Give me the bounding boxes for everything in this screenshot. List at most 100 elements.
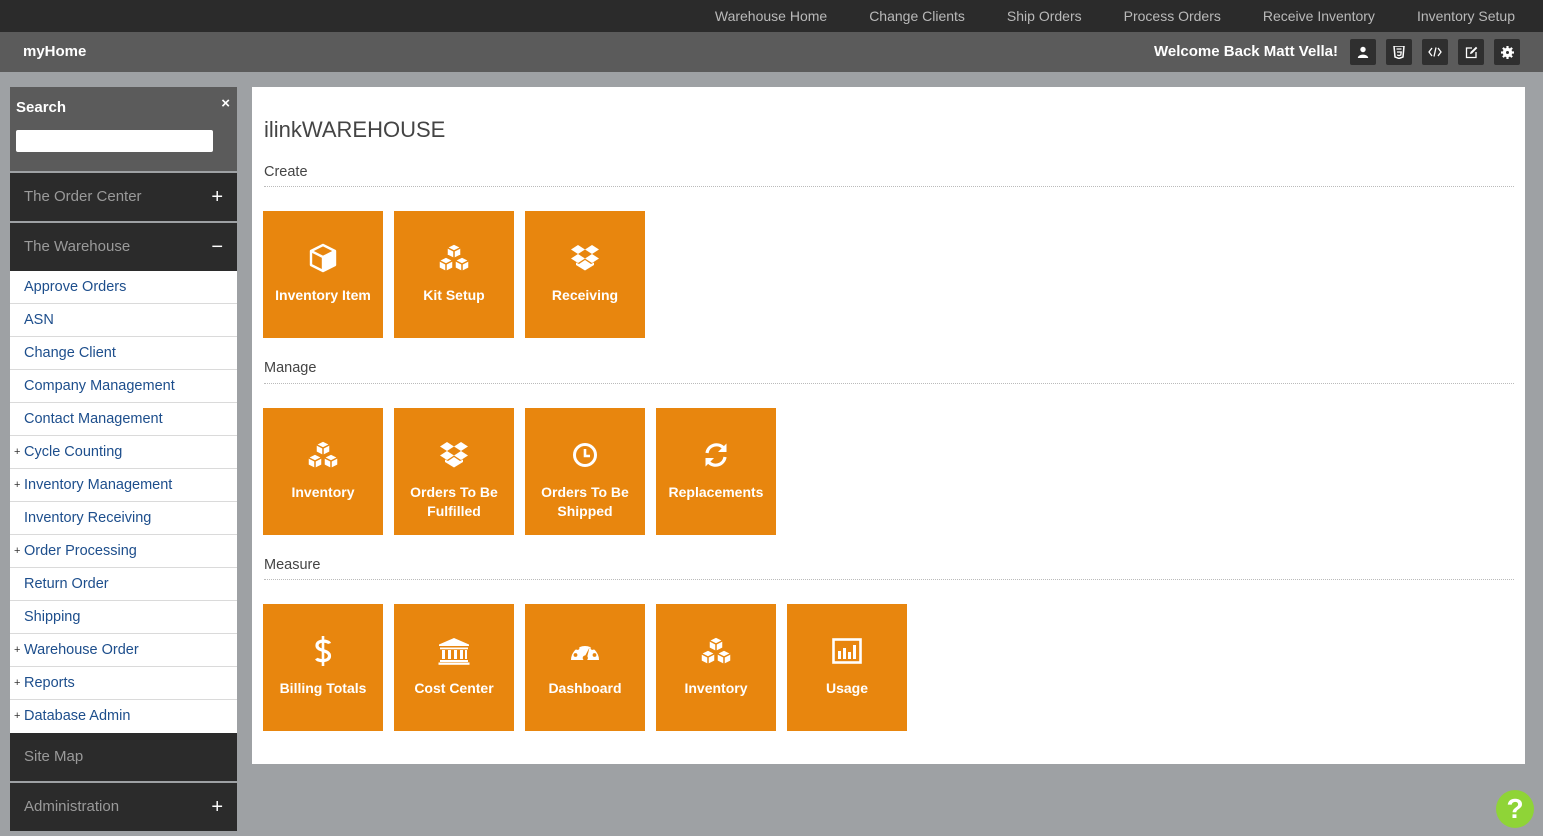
expand-marker: + bbox=[14, 644, 21, 656]
tile-billing-totals[interactable]: Billing Totals bbox=[263, 604, 383, 731]
header-bar: myHome Welcome Back Matt Vella! bbox=[0, 32, 1543, 72]
sidebar-item-change-client[interactable]: Change Client bbox=[10, 337, 237, 370]
dashboard-icon bbox=[571, 642, 599, 661]
sidebar-item-company-management[interactable]: Company Management bbox=[10, 370, 237, 403]
top-nav-process-orders[interactable]: Process Orders bbox=[1103, 0, 1242, 32]
sidebar-item-label: ASN bbox=[24, 312, 54, 328]
sidebar: Search × The Order Center + The Warehous… bbox=[10, 87, 237, 831]
top-nav-receive-inventory[interactable]: Receive Inventory bbox=[1242, 0, 1396, 32]
sidebar-item-database-admin[interactable]: + Database Admin bbox=[10, 700, 237, 733]
dropbox-icon bbox=[440, 442, 468, 468]
tile-label: Usage bbox=[825, 680, 869, 696]
tile-label: Inventory bbox=[684, 680, 748, 696]
cubes-icon bbox=[700, 636, 732, 666]
search-panel: Search × bbox=[10, 87, 237, 171]
cubes-icon bbox=[438, 243, 470, 273]
divider bbox=[264, 186, 1514, 187]
profile-button[interactable] bbox=[1350, 39, 1376, 65]
edit-button[interactable] bbox=[1458, 39, 1484, 65]
sidebar-item-cycle-counting[interactable]: + Cycle Counting bbox=[10, 436, 237, 469]
divider bbox=[264, 383, 1514, 384]
sidebar-item-reports[interactable]: + Reports bbox=[10, 667, 237, 700]
tile-row-manage: Inventory Orders To Be Fulfilled Orders … bbox=[263, 408, 776, 535]
section-label: Administration bbox=[24, 798, 120, 815]
divider bbox=[264, 579, 1514, 580]
top-nav-inventory-setup[interactable]: Inventory Setup bbox=[1396, 0, 1543, 32]
expand-marker: + bbox=[14, 710, 21, 722]
sidebar-item-label: Inventory Receiving bbox=[24, 510, 152, 526]
sidebar-item-approve-orders[interactable]: Approve Orders bbox=[10, 271, 237, 304]
sidebar-section-administration[interactable]: Administration + bbox=[10, 783, 237, 831]
sidebar-item-label: Company Management bbox=[24, 378, 175, 394]
dollar-icon bbox=[315, 636, 332, 666]
tile-inventory[interactable]: Inventory bbox=[263, 408, 383, 535]
tile-label: Inventory bbox=[291, 484, 355, 500]
sidebar-item-shipping[interactable]: Shipping bbox=[10, 601, 237, 634]
tile-label: Orders To Be Fulfilled bbox=[410, 484, 498, 519]
html5-button[interactable] bbox=[1386, 39, 1412, 65]
sidebar-item-contact-management[interactable]: Contact Management bbox=[10, 403, 237, 436]
sidebar-section-site-map[interactable]: Site Map bbox=[10, 733, 237, 781]
brand-title[interactable]: myHome bbox=[23, 32, 86, 72]
top-nav-warehouse-home[interactable]: Warehouse Home bbox=[694, 0, 848, 32]
tile-kit-setup[interactable]: Kit Setup bbox=[394, 211, 514, 338]
settings-button[interactable] bbox=[1494, 39, 1520, 65]
gear-icon bbox=[1500, 45, 1514, 59]
group-label-create: Create bbox=[264, 164, 308, 180]
expand-marker: + bbox=[14, 479, 21, 491]
section-label: The Order Center bbox=[24, 188, 142, 205]
group-label-manage: Manage bbox=[264, 360, 317, 376]
page-title: ilinkWAREHOUSE bbox=[264, 117, 446, 142]
tile-label: Inventory Item bbox=[275, 287, 371, 303]
tile-usage[interactable]: Usage bbox=[787, 604, 907, 731]
main-content: ilinkWAREHOUSE Create Inventory Item Kit… bbox=[252, 87, 1525, 764]
search-input[interactable] bbox=[16, 130, 213, 152]
warehouse-link-list: Approve Orders ASN Change Client Company… bbox=[10, 271, 237, 733]
sidebar-item-order-processing[interactable]: + Order Processing bbox=[10, 535, 237, 568]
tile-row-create: Inventory Item Kit Setup Receiving bbox=[263, 211, 645, 338]
edit-icon bbox=[1465, 46, 1477, 58]
code-button[interactable] bbox=[1422, 39, 1448, 65]
tile-label: Replacements bbox=[668, 484, 764, 500]
tile-label: Kit Setup bbox=[423, 287, 485, 303]
tile-label: Receiving bbox=[551, 287, 619, 303]
tile-inventory-measure[interactable]: Inventory bbox=[656, 604, 776, 731]
section-label: The Warehouse bbox=[24, 238, 131, 255]
top-nav-ship-orders[interactable]: Ship Orders bbox=[986, 0, 1103, 32]
search-title: Search bbox=[16, 99, 67, 116]
dropbox-icon bbox=[571, 245, 599, 271]
cube-icon bbox=[309, 243, 337, 273]
tile-orders-to-be-shipped[interactable]: Orders To Be Shipped bbox=[525, 408, 645, 535]
bank-icon bbox=[438, 638, 470, 665]
sidebar-item-warehouse-order[interactable]: + Warehouse Order bbox=[10, 634, 237, 667]
bar-chart-icon bbox=[832, 638, 862, 664]
clock-icon bbox=[573, 443, 597, 467]
tile-dashboard[interactable]: Dashboard bbox=[525, 604, 645, 731]
sidebar-item-asn[interactable]: ASN bbox=[10, 304, 237, 337]
tile-receiving[interactable]: Receiving bbox=[525, 211, 645, 338]
top-nav: Warehouse Home Change Clients Ship Order… bbox=[0, 0, 1543, 32]
tile-replacements[interactable]: Replacements bbox=[656, 408, 776, 535]
tile-orders-to-be-fulfilled[interactable]: Orders To Be Fulfilled bbox=[394, 408, 514, 535]
expand-icon: + bbox=[211, 796, 223, 818]
top-nav-change-clients[interactable]: Change Clients bbox=[848, 0, 986, 32]
close-icon[interactable]: × bbox=[221, 95, 230, 112]
tile-cost-center[interactable]: Cost Center bbox=[394, 604, 514, 731]
help-button[interactable]: ? bbox=[1496, 790, 1534, 828]
sidebar-item-inventory-management[interactable]: + Inventory Management bbox=[10, 469, 237, 502]
cubes-icon bbox=[307, 440, 339, 470]
sidebar-item-label: Warehouse Order bbox=[24, 642, 139, 658]
tile-label: Billing Totals bbox=[279, 680, 367, 696]
tile-inventory-item[interactable]: Inventory Item bbox=[263, 211, 383, 338]
refresh-icon bbox=[705, 443, 727, 467]
sidebar-item-label: Database Admin bbox=[24, 708, 131, 724]
sidebar-item-label: Cycle Counting bbox=[24, 444, 123, 460]
welcome-message: Welcome Back Matt Vella! bbox=[1154, 43, 1338, 60]
sidebar-item-label: Inventory Management bbox=[24, 477, 173, 493]
sidebar-section-warehouse[interactable]: The Warehouse − bbox=[10, 223, 237, 271]
group-label-measure: Measure bbox=[264, 557, 321, 573]
sidebar-section-order-center[interactable]: The Order Center + bbox=[10, 173, 237, 221]
sidebar-item-inventory-receiving[interactable]: Inventory Receiving bbox=[10, 502, 237, 535]
code-icon bbox=[1428, 47, 1442, 57]
sidebar-item-return-order[interactable]: Return Order bbox=[10, 568, 237, 601]
